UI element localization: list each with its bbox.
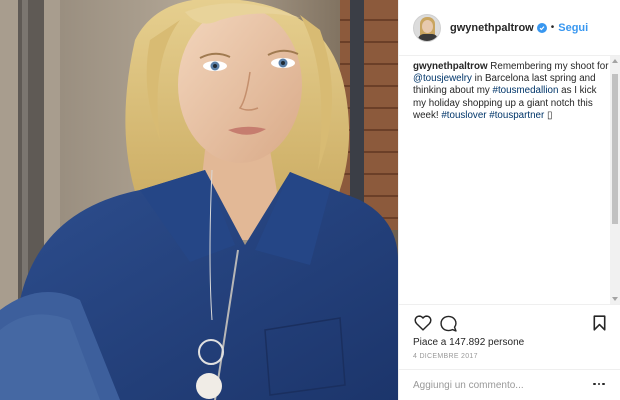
caption-username[interactable]: gwynethpaltrow (413, 61, 488, 72)
verified-badge-icon (536, 22, 547, 33)
action-icons (413, 313, 609, 335)
avatar[interactable] (413, 13, 441, 42)
caption-hashtag[interactable]: #tousmedallion (493, 85, 559, 96)
post-date: 4 DICEMBRE 2017 (413, 353, 478, 360)
comment-section (399, 369, 620, 400)
selfie-image (0, 0, 398, 400)
instagram-post: gwynethpaltrow • Segui gwynethpaltrow Re… (0, 0, 620, 400)
bookmark-icon[interactable] (589, 313, 609, 333)
comment-input[interactable] (413, 380, 573, 391)
post-header: gwynethpaltrow • Segui (399, 0, 620, 56)
follow-button[interactable]: Segui (558, 22, 588, 34)
caption-text: ▯ (544, 109, 553, 121)
scroll-down-arrow-icon[interactable] (612, 297, 618, 301)
post-actions: Piace a 147.892 persone 4 DICEMBRE 2017 (399, 304, 620, 400)
likes-count[interactable]: Piace a 147.892 persone (413, 337, 524, 348)
post-caption: gwynethpaltrow Remembering my shoot for … (413, 61, 609, 122)
post-side-panel: gwynethpaltrow • Segui gwynethpaltrow Re… (398, 0, 620, 400)
caption-scrollbar[interactable] (610, 56, 620, 304)
scrollbar-thumb[interactable] (612, 74, 618, 224)
caption-text: Remembering my shoot for (487, 61, 609, 72)
header-username[interactable]: gwynethpaltrow (450, 22, 534, 34)
heart-icon[interactable] (413, 313, 433, 333)
caption-hashtag[interactable]: #touspartner (489, 110, 544, 121)
more-options-icon[interactable] (593, 381, 605, 387)
caption-mention[interactable]: @tousjewelry (413, 73, 472, 84)
post-photo[interactable] (0, 0, 398, 400)
scroll-up-arrow-icon[interactable] (612, 59, 618, 63)
header-separator: • (550, 22, 555, 33)
caption-hashtag[interactable]: #touslover (441, 110, 486, 121)
speech-bubble-icon[interactable] (438, 313, 458, 333)
